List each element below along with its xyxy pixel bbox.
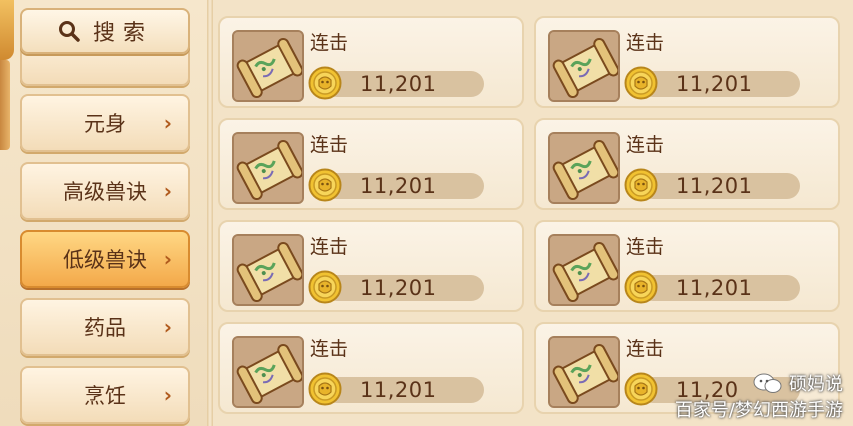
category-label: 高级兽诀: [63, 180, 147, 204]
gold-coin-icon: [308, 66, 342, 100]
item-price: 11,201: [360, 378, 437, 402]
chevron-right-icon: ›: [163, 179, 172, 203]
gold-coin-icon: [308, 372, 342, 406]
price-bar: 11,201: [324, 173, 484, 199]
panel-divider: [207, 0, 213, 426]
item-card[interactable]: 连击 11,201: [534, 220, 840, 312]
item-card[interactable]: 连击 11,201: [534, 118, 840, 210]
skill-scroll-icon: [232, 336, 304, 408]
watermark-source: 百家号/梦幻西游手游: [674, 400, 843, 421]
category-item-yuanshen[interactable]: 元身 ›: [20, 94, 190, 152]
gold-coin-icon: [308, 270, 342, 304]
item-card[interactable]: 连击 11,201: [534, 16, 840, 108]
item-name: 连击: [626, 134, 665, 156]
wechat-logo-icon: [753, 373, 782, 393]
gold-coin-icon: [624, 372, 658, 406]
price-bar: 11,201: [324, 377, 484, 403]
skill-scroll-icon: [548, 336, 620, 408]
search-button[interactable]: 搜索: [20, 8, 190, 54]
skill-scroll-icon: [548, 234, 620, 306]
price-bar: 11,201: [640, 275, 800, 301]
item-name: 连击: [626, 236, 665, 258]
item-name: 连击: [310, 236, 349, 258]
gold-coin-icon: [308, 168, 342, 202]
chevron-right-icon: ›: [163, 383, 172, 407]
gold-coin-icon: [624, 270, 658, 304]
item-card[interactable]: 连击 11,201: [218, 322, 524, 414]
skill-scroll-icon: [232, 132, 304, 204]
chevron-right-icon: ›: [163, 111, 172, 135]
item-card[interactable]: 连击 11,201: [218, 220, 524, 312]
category-item-medicine[interactable]: 药品 ›: [20, 298, 190, 356]
category-item-high-beast-skill[interactable]: 高级兽诀 ›: [20, 162, 190, 220]
item-price: 11,201: [360, 72, 437, 96]
search-icon: [58, 21, 80, 42]
item-price: 11,201: [360, 276, 437, 300]
gold-coin-icon: [624, 66, 658, 100]
skill-scroll-icon: [232, 30, 304, 102]
corner-ornament: [0, 0, 14, 60]
category-label: 烹饪: [84, 384, 126, 408]
chevron-right-icon: ›: [163, 247, 172, 271]
item-price: 11,201: [676, 174, 753, 198]
skill-scroll-icon: [548, 132, 620, 204]
watermark: 硕妈说 百家号/梦幻西游手游: [675, 370, 843, 422]
item-price: 11,201: [676, 276, 753, 300]
chevron-right-icon: ›: [163, 315, 172, 339]
frame-edge-ornament: [0, 60, 10, 150]
price-bar: 11,201: [324, 275, 484, 301]
gold-coin-icon: [624, 168, 658, 202]
item-name: 连击: [310, 338, 349, 360]
item-price: 11,201: [360, 174, 437, 198]
item-card[interactable]: 连击 11,201: [218, 16, 524, 108]
category-item-cooking[interactable]: 烹饪 ›: [20, 366, 190, 424]
category-list: 元身 › 高级兽诀 › 低级兽诀 › 药品 › 烹饪 ›: [20, 0, 192, 426]
price-bar: 11,201: [324, 71, 484, 97]
item-name: 连击: [310, 134, 349, 156]
search-label: 搜索: [92, 21, 153, 46]
skill-scroll-icon: [232, 234, 304, 306]
skill-scroll-icon: [548, 30, 620, 102]
category-item-low-beast-skill[interactable]: 低级兽诀 ›: [20, 230, 190, 288]
price-bar: 11,201: [640, 173, 800, 199]
item-card[interactable]: 连击 11,201: [218, 118, 524, 210]
watermark-author: 硕妈说: [789, 374, 843, 395]
price-bar: 11,201: [640, 71, 800, 97]
category-label: 元身: [84, 112, 126, 136]
item-price: 11,201: [676, 72, 753, 96]
category-label: 低级兽诀: [63, 248, 147, 272]
item-name: 连击: [310, 32, 349, 54]
category-label: 药品: [84, 316, 126, 340]
item-name: 连击: [626, 32, 665, 54]
item-name: 连击: [626, 338, 665, 360]
